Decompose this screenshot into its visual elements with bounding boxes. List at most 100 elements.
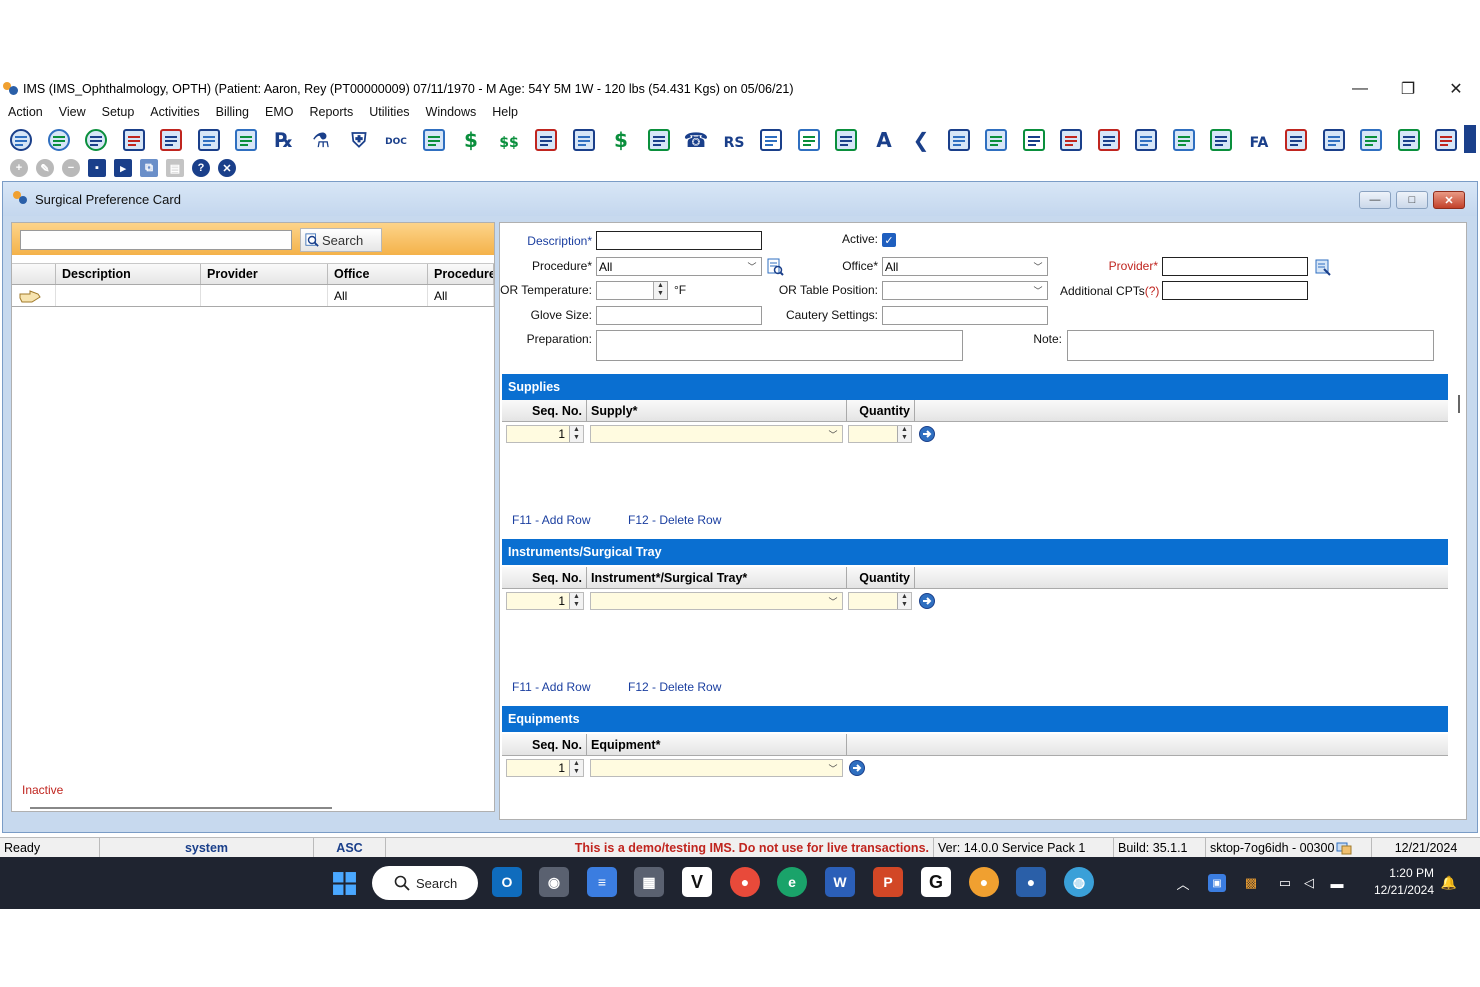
doc-icon[interactable]: DOC [381,125,411,155]
tray-app-icon[interactable]: ▣ [1208,874,1226,892]
phone-book-icon[interactable] [1206,125,1236,155]
font-check-icon[interactable]: A [869,125,899,155]
help-icon[interactable]: ? [192,159,210,177]
transfer-icon[interactable] [831,125,861,155]
equipments-seq-input[interactable]: 1 ▲ ▼ [506,759,584,777]
tray-up-icon[interactable] [981,125,1011,155]
col-office[interactable]: Office [328,264,428,284]
provider-lookup-icon[interactable] [1314,258,1332,276]
powerpoint-icon[interactable]: P [873,867,903,897]
tray-color-icon[interactable]: ▩ [1242,874,1260,892]
dollar-user-icon[interactable] [531,125,561,155]
additional-cpts-help[interactable]: (?) [1145,284,1160,298]
chevron-up-icon[interactable]: ︿ [1174,874,1192,892]
patient-verify-icon[interactable] [81,125,111,155]
menu-emo[interactable]: EMO [265,105,293,119]
word-icon[interactable]: W [825,867,855,897]
additional-cpts-input[interactable] [1162,281,1308,300]
phone-call-icon[interactable]: ☎ [681,125,711,155]
horizontal-scrollbar[interactable] [30,807,332,809]
supplies-add-row-hint[interactable]: F11 - Add Row [512,513,590,527]
add-icon[interactable]: + [10,159,28,177]
close-button[interactable]: ✕ [1432,77,1480,101]
globe-icon[interactable]: ◍ [1064,867,1094,897]
stepper-icon[interactable]: ▲ ▼ [569,760,583,776]
camera-icon[interactable]: ◉ [539,867,569,897]
stepper-icon[interactable]: ▲ ▼ [569,426,583,442]
equipment-add-icon[interactable] [848,759,866,777]
clipboard-stack-icon[interactable] [1169,125,1199,155]
handshake-icon[interactable] [1281,125,1311,155]
rx-icon[interactable]: ℞ [269,125,299,155]
menu-setup[interactable]: Setup [102,105,135,119]
vim-icon[interactable]: V [682,867,712,897]
notification-bell-icon[interactable]: 🔔 [1440,874,1458,892]
instruments-seq-input[interactable]: 1 ▲ ▼ [506,592,584,610]
fax-icon[interactable]: FA [1244,125,1274,155]
notebook-icon[interactable] [1431,125,1461,155]
vertical-scrollbar[interactable] [1458,395,1460,413]
note-input[interactable] [1067,330,1434,361]
windows-start-icon[interactable] [332,871,357,896]
notepad-icon[interactable]: ≡ [587,867,617,897]
pharmacy-icon[interactable] [231,125,261,155]
search-button[interactable]: Search [300,228,382,252]
clipboard-check-icon[interactable] [1056,125,1086,155]
instruments-delete-row-hint[interactable]: F12 - Delete Row [628,680,721,694]
lab-flask-icon[interactable]: ⚗ [306,125,336,155]
supply-quantity-input[interactable]: ▲ ▼ [848,425,912,443]
search-input[interactable] [20,230,292,250]
document-edit-icon[interactable] [119,125,149,155]
instrument-quantity-input[interactable]: ▲ ▼ [848,592,912,610]
chrome-profile-icon[interactable]: ● [969,867,999,897]
supply-select[interactable]: ﹀ [590,425,843,443]
menu-windows[interactable]: Windows [426,105,477,119]
stepper-icon[interactable]: ▲ ▼ [653,282,667,299]
outlook-icon[interactable]: O [492,867,522,897]
calendar-grid-icon[interactable] [794,125,824,155]
print-icon[interactable]: ▤ [166,159,184,177]
child-close-button[interactable]: ✕ [1433,191,1465,209]
folder-icon[interactable]: ▸ [114,159,132,177]
grammarly-icon[interactable]: G [921,867,951,897]
cautery-settings-input[interactable] [882,306,1048,325]
supply-add-icon[interactable] [918,425,936,443]
instrument-add-icon[interactable] [918,592,936,610]
menu-utilities[interactable]: Utilities [369,105,409,119]
note-pad-icon[interactable] [419,125,449,155]
child-maximize-button[interactable]: □ [1396,191,1428,209]
dollar-double-icon[interactable]: $$ [494,125,524,155]
dollar-refresh-icon[interactable] [569,125,599,155]
dollar-small-icon[interactable]: $ [606,125,636,155]
document-dollar-icon[interactable] [156,125,186,155]
procedure-select[interactable]: All ﹀ [596,257,762,276]
patient-check-icon[interactable] [44,125,74,155]
menu-action[interactable]: Action [8,105,43,119]
active-checkbox[interactable]: ✓ [882,233,896,247]
instrument-select[interactable]: ﹀ [590,592,843,610]
menu-help[interactable]: Help [492,105,518,119]
menu-view[interactable]: View [59,105,86,119]
shield-icon[interactable]: ⛨ [344,125,374,155]
save-icon[interactable]: ▪ [88,159,106,177]
description-input[interactable] [596,231,762,250]
stepper-icon[interactable]: ▲ ▼ [569,593,583,609]
chart-list-icon[interactable] [194,125,224,155]
stepper-icon[interactable]: ▲ ▼ [897,593,911,609]
or-table-position-select[interactable]: ﹀ [882,281,1048,300]
table-row[interactable]: All All [12,285,494,307]
patient-icon[interactable] [6,125,36,155]
calendar-clock-icon[interactable] [1019,125,1049,155]
dollar-icon[interactable]: $ [456,125,486,155]
edit-icon[interactable]: ✎ [36,159,54,177]
back-arrow-icon[interactable]: ❮ [906,125,936,155]
edge-icon[interactable]: e [777,867,807,897]
key-dollar-icon[interactable] [1356,125,1386,155]
menu-reports[interactable]: Reports [309,105,353,119]
dollar-people-icon[interactable] [644,125,674,155]
taskbar-clock[interactable]: 1:20 PM 12/21/2024 [1374,865,1434,899]
volume-icon[interactable]: ◁ [1300,874,1318,892]
chrome-icon[interactable]: ● [730,867,760,897]
network-icon[interactable]: ▭ [1276,874,1294,892]
stepper-icon[interactable]: ▲ ▼ [897,426,911,442]
